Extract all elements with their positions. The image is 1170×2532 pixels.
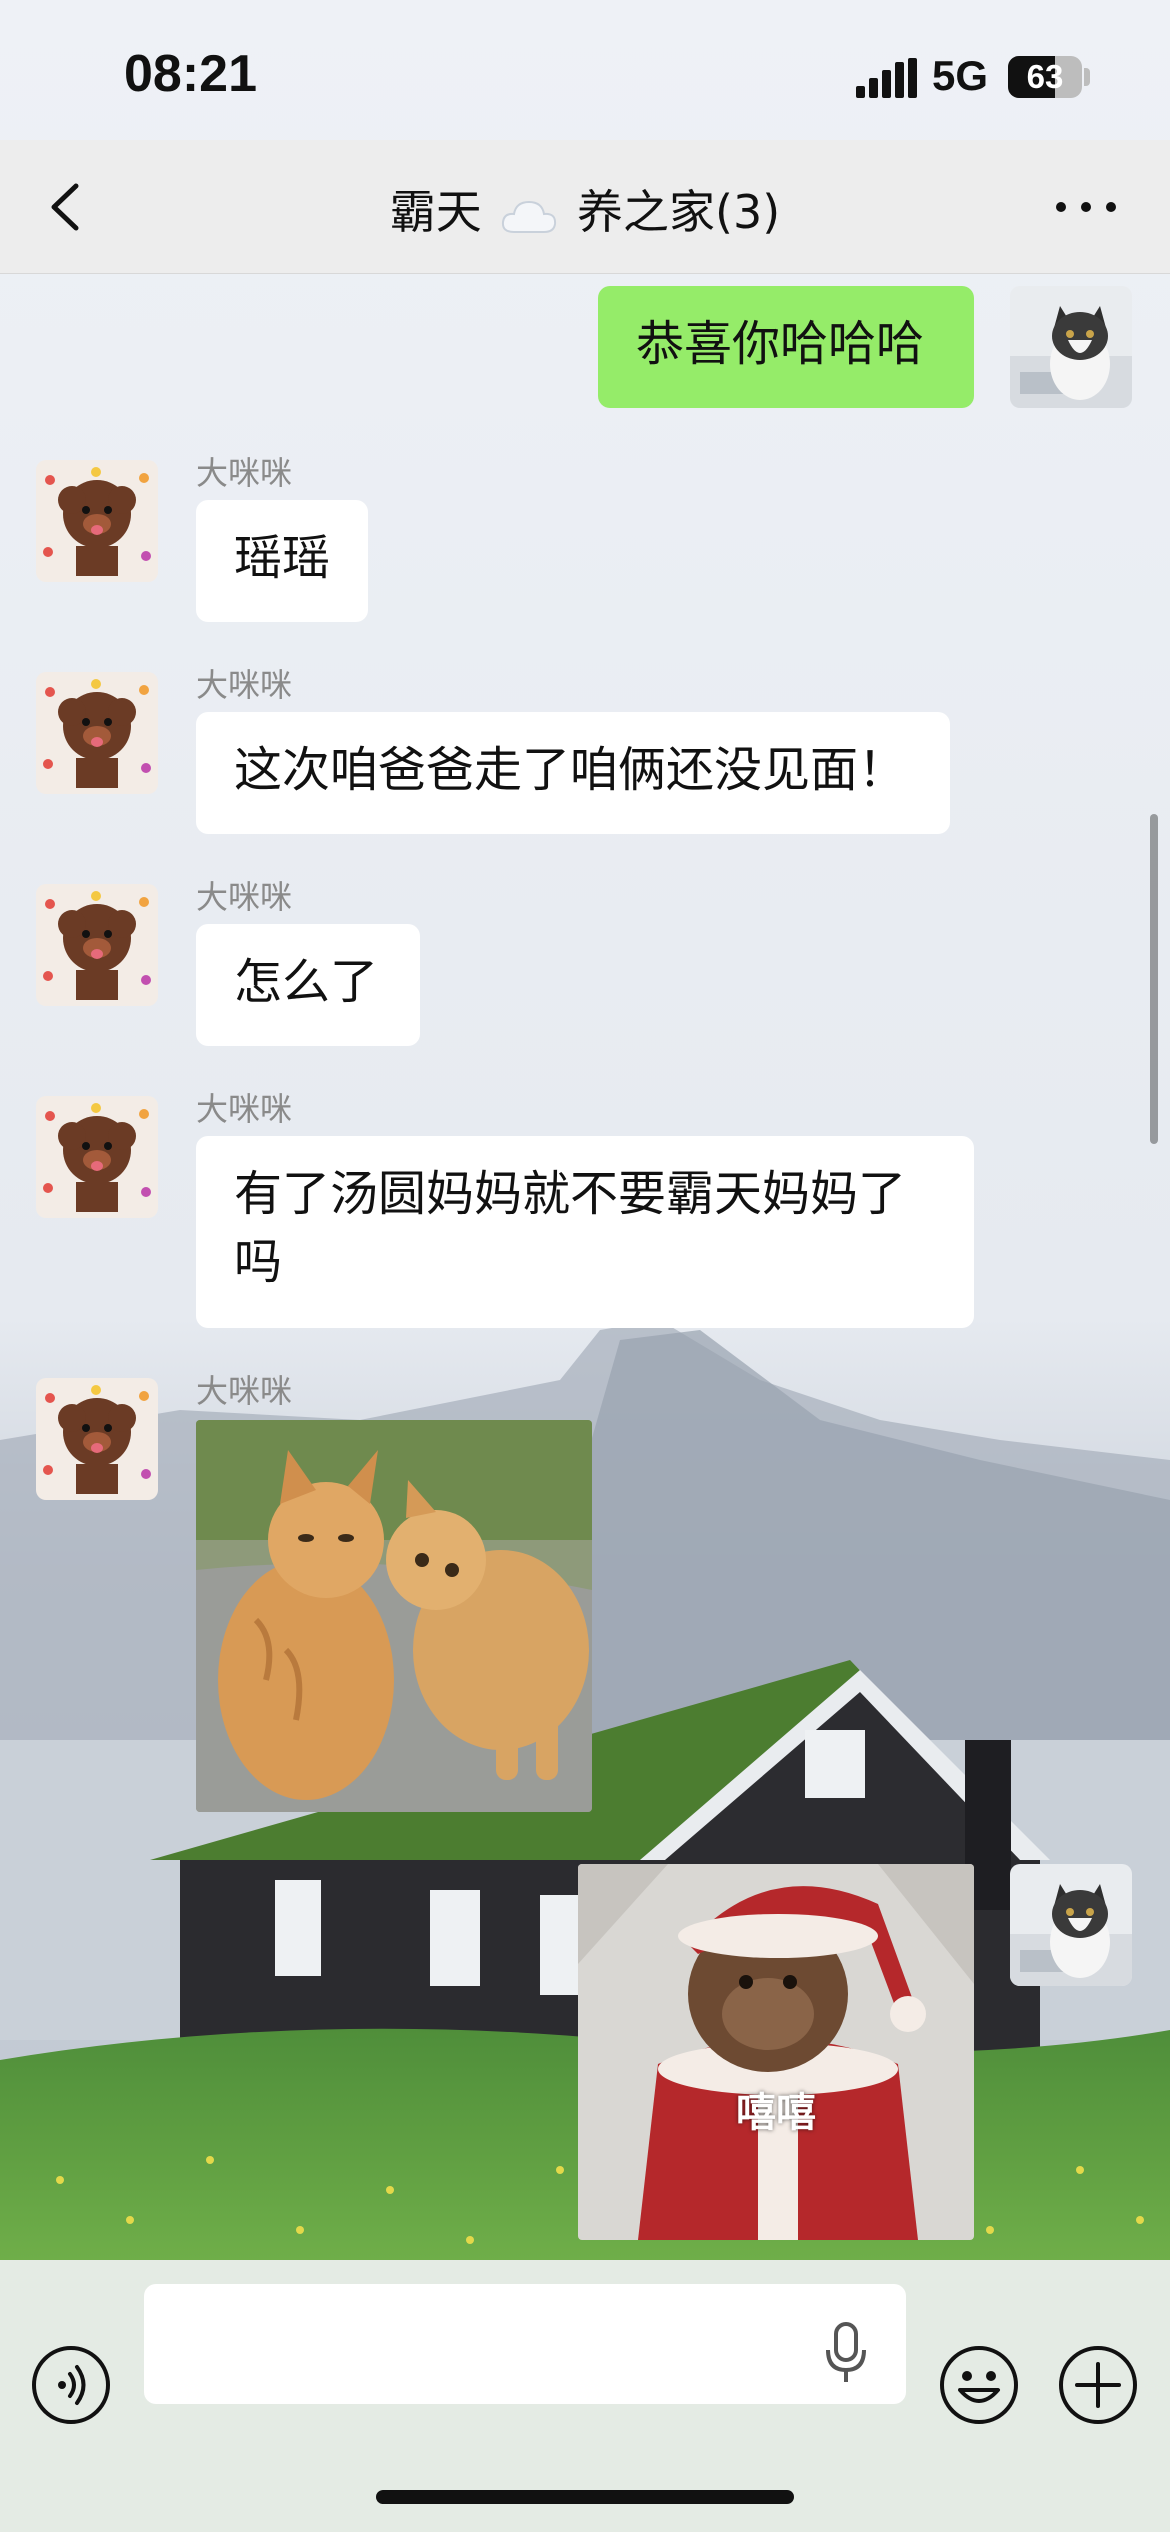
chat-title-part1: 霸天 — [389, 185, 482, 239]
microphone-icon[interactable] — [824, 2322, 868, 2384]
poodle-avatar[interactable] — [36, 1096, 158, 1218]
message-bubble-incoming[interactable]: 有了汤圆妈妈就不要霸天妈妈了 吗 — [196, 1136, 974, 1328]
status-bar: 08:21 5G 63 — [0, 0, 1170, 140]
emoji-icon[interactable] — [938, 2344, 1020, 2426]
sticker-caption: 嘻嘻 — [736, 2090, 816, 2136]
message-bubble-outgoing[interactable]: 恭喜你哈哈哈 — [598, 286, 974, 408]
poodle-avatar[interactable] — [36, 672, 158, 794]
sender-name: 大咪咪 — [196, 878, 293, 916]
more-dots-icon[interactable] — [1050, 190, 1122, 224]
voice-mode-icon[interactable] — [30, 2344, 112, 2426]
message-input[interactable] — [144, 2284, 906, 2404]
message-text: 瑶瑶 — [234, 530, 331, 586]
network-type: 5G — [932, 52, 989, 99]
sender-name: 大咪咪 — [196, 454, 293, 492]
battery-level: 63 — [1026, 58, 1064, 95]
two-orange-cats-photo[interactable] — [196, 1420, 592, 1812]
sender-name: 大咪咪 — [196, 666, 293, 704]
message-text-line1: 有了汤圆妈妈就不要霸天妈妈了 — [234, 1166, 907, 1222]
sticker-caption-box: 嘻嘻 — [578, 1864, 974, 2240]
chat-header: 霸天 养之家(3) — [0, 140, 1170, 274]
scrollbar[interactable] — [1150, 814, 1158, 1144]
home-indicator[interactable] — [376, 2490, 794, 2504]
message-list[interactable]: 恭喜你哈哈哈 大咪咪 瑶瑶 大咪咪 这次咱爸爸走了咱俩还没见面！ 大咪咪 怎么了… — [0, 274, 1170, 2260]
message-text: 这次咱爸爸走了咱俩还没见面！ — [234, 742, 907, 798]
poodle-avatar[interactable] — [36, 1378, 158, 1500]
chevron-left-icon[interactable] — [36, 170, 96, 244]
sender-name: 大咪咪 — [196, 1090, 293, 1128]
cloud-emoji-icon — [502, 200, 557, 233]
message-bubble-incoming[interactable]: 这次咱爸爸走了咱俩还没见面！ — [196, 712, 950, 834]
input-bar — [0, 2260, 1170, 2532]
message-bubble-incoming[interactable]: 瑶瑶 — [196, 500, 368, 622]
message-text-line2: 吗 — [234, 1234, 283, 1290]
cellular-signal-icon — [856, 58, 917, 98]
chat-title: 霸天 养之家(3) — [200, 176, 970, 242]
cat-avatar[interactable] — [1010, 286, 1132, 408]
cat-avatar[interactable] — [1010, 1864, 1132, 1986]
message-bubble-incoming[interactable]: 怎么了 — [196, 924, 420, 1046]
status-time: 08:21 — [124, 45, 257, 103]
message-text: 怎么了 — [234, 954, 379, 1010]
chat-title-part2: 养之家(3) — [577, 185, 781, 239]
battery-nub — [1084, 68, 1090, 86]
poodle-avatar[interactable] — [36, 460, 158, 582]
message-text: 恭喜你哈哈哈 — [636, 316, 925, 372]
battery-icon: 63 — [1008, 56, 1082, 98]
plus-icon[interactable] — [1057, 2344, 1139, 2426]
sender-name: 大咪咪 — [196, 1372, 293, 1410]
poodle-avatar[interactable] — [36, 884, 158, 1006]
